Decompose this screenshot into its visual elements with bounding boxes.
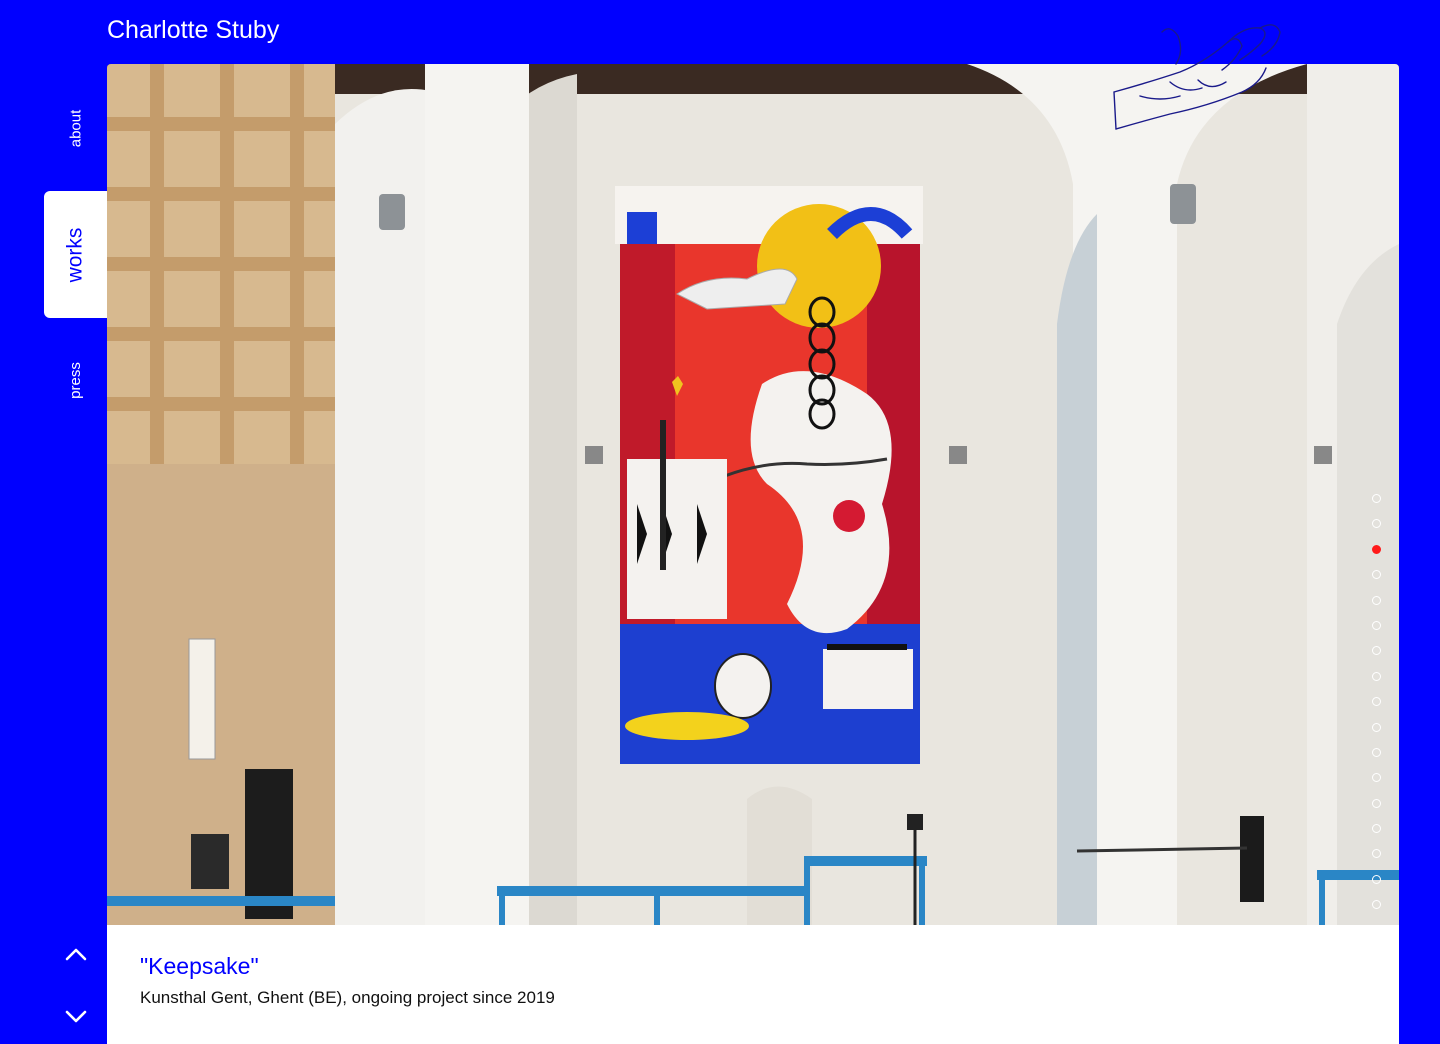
keepsake-tapestry bbox=[615, 186, 923, 764]
nav-tab-press[interactable]: press bbox=[44, 322, 107, 438]
nav-tab-works[interactable]: works bbox=[44, 191, 107, 318]
work-caption: "Keepsake" Kunsthal Gent, Ghent (BE), on… bbox=[140, 953, 555, 1008]
slideshow-dot[interactable] bbox=[1372, 722, 1381, 732]
slideshow-dot[interactable] bbox=[1372, 671, 1381, 681]
hand-drawing-icon bbox=[1113, 24, 1281, 130]
nav-tab-works-label: works bbox=[63, 227, 87, 282]
slideshow-dot[interactable] bbox=[1372, 798, 1381, 808]
previous-work-button[interactable] bbox=[60, 941, 92, 967]
slideshow-dot[interactable] bbox=[1372, 874, 1381, 884]
slideshow-dot[interactable] bbox=[1372, 849, 1381, 859]
slideshow-dot[interactable] bbox=[1372, 595, 1381, 605]
nav-tab-press-label: press bbox=[67, 361, 84, 399]
slideshow-dot[interactable] bbox=[1372, 697, 1381, 707]
slideshow-dot[interactable] bbox=[1372, 646, 1381, 656]
slideshow-dot[interactable] bbox=[1372, 570, 1381, 580]
next-work-button[interactable] bbox=[60, 1004, 92, 1030]
chevron-up-icon bbox=[65, 948, 87, 961]
slideshow-dot[interactable] bbox=[1372, 773, 1381, 783]
slideshow-dot[interactable] bbox=[1372, 747, 1381, 757]
slideshow-dot[interactable] bbox=[1372, 620, 1381, 630]
slideshow-dot[interactable] bbox=[1372, 900, 1381, 910]
nav-tab-about-label: about bbox=[66, 109, 84, 147]
slideshow-dot[interactable] bbox=[1372, 824, 1381, 834]
chevron-down-icon bbox=[65, 1010, 87, 1023]
slideshow-dot[interactable] bbox=[1372, 494, 1381, 503]
slideshow-dot[interactable] bbox=[1372, 519, 1381, 529]
artwork-photo[interactable] bbox=[107, 64, 1399, 925]
slideshow-pagination bbox=[1372, 494, 1383, 926]
work-panel: "Keepsake" Kunsthal Gent, Ghent (BE), on… bbox=[107, 64, 1399, 1044]
site-title[interactable]: Charlotte Stuby bbox=[107, 16, 279, 45]
work-subtitle: Kunsthal Gent, Ghent (BE), ongoing proje… bbox=[140, 988, 555, 1007]
work-title: "Keepsake" bbox=[140, 953, 259, 979]
nav-tab-about[interactable]: about bbox=[44, 70, 107, 186]
slideshow-dot[interactable] bbox=[1372, 544, 1381, 554]
